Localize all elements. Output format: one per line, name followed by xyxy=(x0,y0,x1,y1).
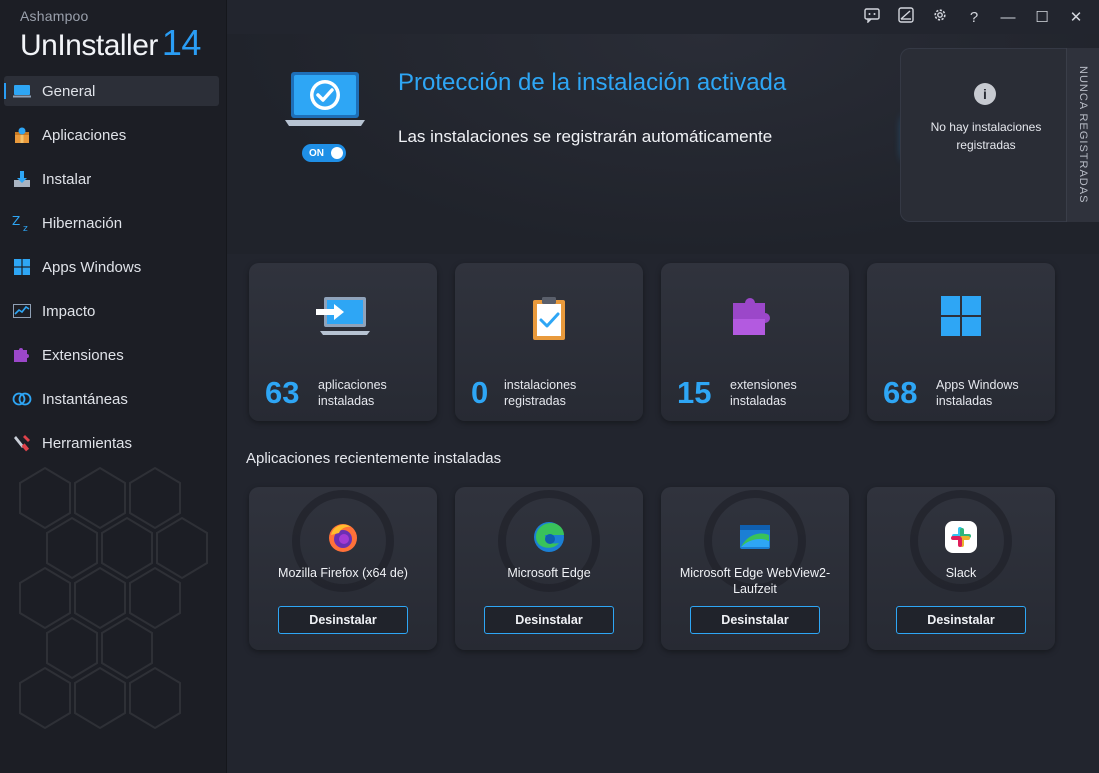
recent-app-card: Mozilla Firefox (x64 de) Desinstalar xyxy=(249,487,437,650)
sidebar-item-hibernacion[interactable]: Zz Hibernación xyxy=(4,208,219,238)
sidebar-item-label: Apps Windows xyxy=(42,258,142,276)
sleep-icon: Zz xyxy=(12,214,32,232)
stat-label-line2: instaladas xyxy=(730,394,787,408)
firefox-icon xyxy=(329,524,357,552)
uninstall-button[interactable]: Desinstalar xyxy=(278,606,408,634)
recent-apps-heading: Aplicaciones recientemente instaladas xyxy=(246,450,502,467)
maximize-button[interactable]: ☐ xyxy=(1025,4,1059,30)
sidebar: Ashampoo UnInstaller 14 General Aplicacio… xyxy=(0,0,227,773)
theme-icon xyxy=(898,7,914,27)
uninstall-button[interactable]: Desinstalar xyxy=(484,606,614,634)
svg-text:z: z xyxy=(23,224,28,232)
stat-label-line1: extensiones xyxy=(730,378,797,392)
package-icon xyxy=(12,126,32,144)
stat-value: 68 xyxy=(883,375,918,410)
sidebar-item-label: Instalar xyxy=(42,170,92,188)
sidebar-item-instantaneas[interactable]: Instantáneas xyxy=(4,384,219,414)
stat-card-registered-installs[interactable]: 0 instalaciones registradas xyxy=(455,263,643,421)
puzzle-icon xyxy=(661,295,849,337)
info-icon: i xyxy=(974,83,996,105)
protection-subtitle: Las instalaciones se registrarán automát… xyxy=(398,127,773,146)
stat-label-line1: aplicaciones xyxy=(318,378,387,392)
toggle-label: ON xyxy=(309,147,324,159)
sidebar-item-instalar[interactable]: Instalar xyxy=(4,164,219,194)
snapshot-icon xyxy=(12,390,32,408)
sidebar-item-label: General xyxy=(42,82,96,100)
sidebar-item-label: Aplicaciones xyxy=(42,126,127,144)
stat-value: 0 xyxy=(471,375,489,410)
stat-label-line1: Apps Windows xyxy=(936,378,1019,392)
puzzle-icon xyxy=(12,346,32,364)
install-icon xyxy=(12,170,32,188)
window-titlebar: ? — ☐ ✕ xyxy=(855,4,1093,30)
hexagon-pattern xyxy=(19,466,208,730)
minimize-button[interactable]: — xyxy=(991,4,1025,30)
stat-value: 15 xyxy=(677,375,712,410)
product-title: UnInstaller xyxy=(20,29,158,62)
stat-label: aplicaciones instaladas xyxy=(318,377,387,409)
sidebar-item-label: Impacto xyxy=(42,302,96,320)
registered-installs-panel: i No hay instalaciones registradas xyxy=(900,48,1066,222)
stat-label-line1: instalaciones xyxy=(504,378,577,392)
stat-label: Apps Windows instaladas xyxy=(936,377,1019,409)
feedback-icon xyxy=(864,7,880,27)
gear-icon xyxy=(932,7,948,27)
app-name: Microsoft Edge WebView2-Laufzeit xyxy=(679,566,831,596)
theme-button[interactable] xyxy=(889,4,923,30)
feedback-button[interactable] xyxy=(855,4,889,30)
recent-app-card: Slack Desinstalar xyxy=(867,487,1055,650)
never-registered-label: NUNCA REGISTRADAS xyxy=(1077,66,1089,204)
stat-value: 63 xyxy=(265,375,300,410)
settings-button[interactable] xyxy=(923,4,957,30)
clipboard-check-icon xyxy=(455,295,643,341)
stat-card-windows-apps[interactable]: 68 Apps Windows instaladas xyxy=(867,263,1055,421)
app-name: Mozilla Firefox (x64 de) xyxy=(278,566,408,580)
edge-icon xyxy=(534,522,564,552)
registered-installs-message: No hay instalaciones registradas xyxy=(930,120,1042,152)
sidebar-nav: General Aplicaciones Instalar Zz Hiberna… xyxy=(4,76,219,472)
windows-icon xyxy=(867,295,1055,337)
app-logo: Ashampoo UnInstaller 14 xyxy=(20,8,201,64)
stat-label: instalaciones registradas xyxy=(504,377,576,409)
sidebar-item-aplicaciones[interactable]: Aplicaciones xyxy=(4,120,219,150)
protection-title: Protección de la instalación activada xyxy=(398,69,787,96)
monitor-icon xyxy=(12,82,32,100)
product-version: 14 xyxy=(161,22,202,63)
recent-app-card: Microsoft Edge Desinstalar xyxy=(455,487,643,650)
product-name: UnInstaller 14 xyxy=(20,22,201,64)
stat-label-line2: instaladas xyxy=(318,394,375,408)
chart-icon xyxy=(12,302,32,320)
protection-toggle[interactable]: ON xyxy=(302,144,346,162)
stat-card-extensions[interactable]: 15 extensiones instaladas xyxy=(661,263,849,421)
sidebar-item-label: Hibernación xyxy=(42,214,123,232)
slack-icon xyxy=(945,521,977,553)
stat-label-line2: instaladas xyxy=(936,394,993,408)
edge-webview-icon xyxy=(740,525,770,549)
uninstall-button[interactable]: Desinstalar xyxy=(690,606,820,634)
laptop-arrow-icon xyxy=(249,295,437,337)
stat-label: extensiones instaladas xyxy=(730,377,797,409)
help-button[interactable]: ? xyxy=(957,4,991,30)
svg-text:Z: Z xyxy=(12,214,20,228)
sidebar-item-apps-windows[interactable]: Apps Windows xyxy=(4,252,219,282)
uninstall-button[interactable]: Desinstalar xyxy=(896,606,1026,634)
toggle-knob xyxy=(331,147,343,159)
app-name: Slack xyxy=(945,566,977,580)
recent-app-card: Microsoft Edge WebView2-Laufzeit Desinst… xyxy=(661,487,849,650)
sidebar-item-general[interactable]: General xyxy=(4,76,219,106)
never-registered-tab[interactable]: NUNCA REGISTRADAS xyxy=(1066,48,1099,222)
stat-label-line2: registradas xyxy=(504,394,566,408)
sidebar-item-impacto[interactable]: Impacto xyxy=(4,296,219,326)
close-button[interactable]: ✕ xyxy=(1059,4,1093,30)
sidebar-item-extensiones[interactable]: Extensiones xyxy=(4,340,219,370)
windows-icon xyxy=(12,258,32,276)
sidebar-item-label: Instantáneas xyxy=(42,390,128,408)
stat-card-installed-apps[interactable]: 63 aplicaciones instaladas xyxy=(249,263,437,421)
app-name: Microsoft Edge xyxy=(507,566,591,580)
laptop-check-icon xyxy=(285,72,365,126)
sidebar-item-label: Extensiones xyxy=(42,346,124,364)
